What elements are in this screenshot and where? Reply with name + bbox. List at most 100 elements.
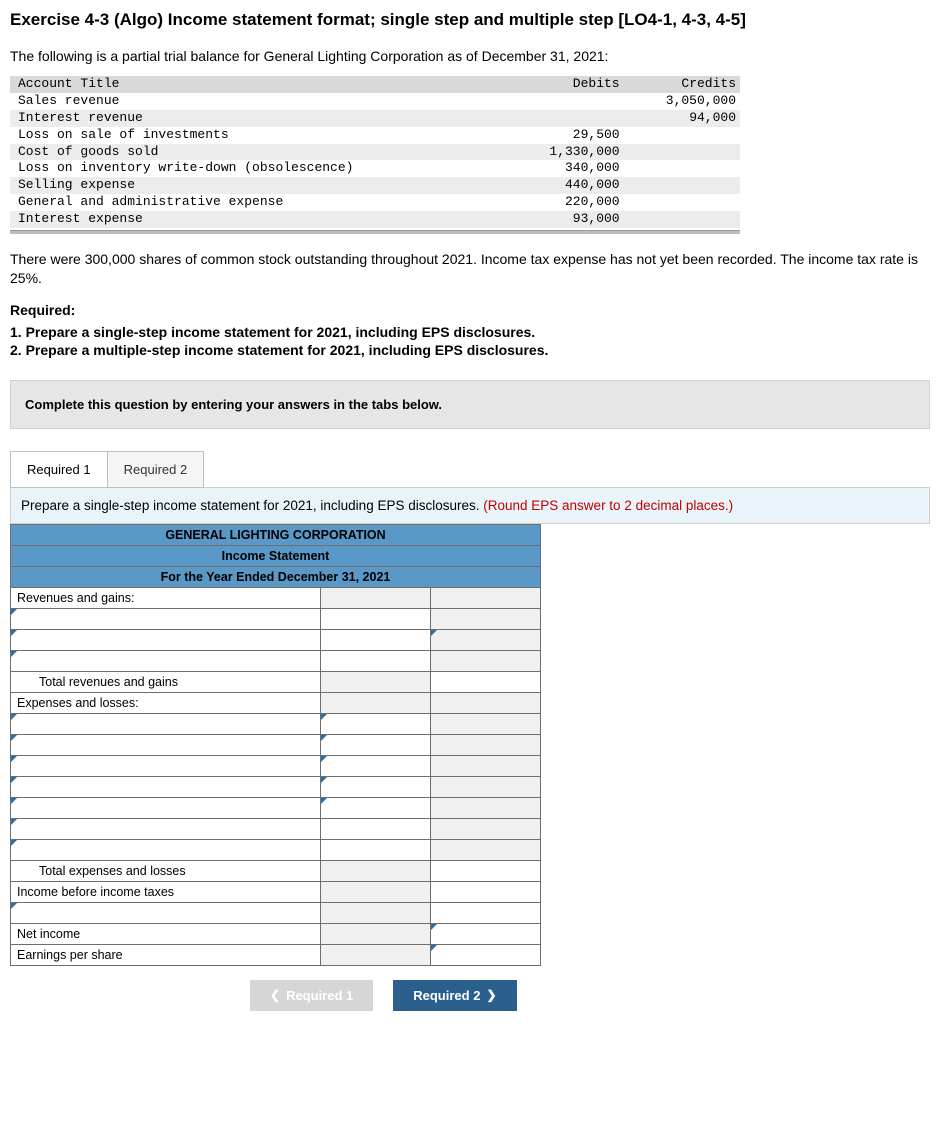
line-item-select[interactable] [11, 650, 321, 671]
ws-period: For the Year Ended December 31, 2021 [11, 566, 541, 587]
tab-required-1[interactable]: Required 1 [10, 451, 108, 488]
blank-cell [431, 629, 541, 650]
blank-cell [321, 923, 431, 944]
credit-cell [624, 177, 740, 194]
amount-input[interactable] [321, 629, 431, 650]
amount-input[interactable] [321, 650, 431, 671]
tab-required-2[interactable]: Required 2 [107, 451, 205, 488]
trial-balance: Account Title Debits Credits Sales reven… [10, 76, 930, 234]
credit-cell [624, 194, 740, 211]
debit-cell: 1,330,000 [507, 144, 623, 161]
income-before-taxes-label: Income before income taxes [11, 881, 321, 902]
intro-text: The following is a partial trial balance… [10, 48, 930, 64]
ws-company: GENERAL LIGHTING CORPORATION [11, 524, 541, 545]
blank-cell [431, 797, 541, 818]
blank-cell [431, 587, 541, 608]
amount-input[interactable] [431, 902, 541, 923]
prompt-bar: Prepare a single-step income statement f… [10, 487, 930, 524]
blank-cell [431, 713, 541, 734]
prompt-text: Prepare a single-step income statement f… [21, 498, 483, 513]
col-credits: Credits [624, 76, 740, 93]
next-button[interactable]: Required 2 ❯ [393, 980, 516, 1011]
net-income-label: Net income [11, 923, 321, 944]
blank-cell [431, 776, 541, 797]
line-item-select[interactable] [11, 734, 321, 755]
credit-cell [624, 211, 740, 228]
credit-cell [624, 144, 740, 161]
prompt-hint: (Round EPS answer to 2 decimal places.) [483, 498, 733, 513]
debit-cell: 29,500 [507, 127, 623, 144]
line-item-select[interactable] [11, 776, 321, 797]
blank-cell [321, 944, 431, 965]
amount-input[interactable] [431, 881, 541, 902]
account-row: Loss on inventory write-down (obsolescen… [10, 160, 507, 177]
blank-cell [431, 608, 541, 629]
line-item-select[interactable] [11, 839, 321, 860]
amount-input[interactable] [431, 671, 541, 692]
ws-statement-title: Income Statement [11, 545, 541, 566]
amount-input[interactable] [321, 776, 431, 797]
debit-cell: 220,000 [507, 194, 623, 211]
expenses-losses-label: Expenses and losses: [11, 692, 321, 713]
blank-cell [321, 692, 431, 713]
amount-input[interactable] [321, 818, 431, 839]
account-row: Interest revenue [10, 110, 507, 127]
amount-input[interactable] [431, 860, 541, 881]
amount-input[interactable] [321, 734, 431, 755]
blank-cell [321, 881, 431, 902]
instruction-box: Complete this question by entering your … [10, 380, 930, 429]
amount-input[interactable] [321, 713, 431, 734]
revenues-gains-label: Revenues and gains: [11, 587, 321, 608]
debit-cell [507, 93, 623, 110]
line-item-select[interactable] [11, 818, 321, 839]
chevron-left-icon: ❮ [270, 988, 280, 1002]
blank-cell [321, 902, 431, 923]
credit-cell: 3,050,000 [624, 93, 740, 110]
requirement-item: 2. Prepare a multiple-step income statem… [10, 342, 930, 358]
blank-cell [431, 818, 541, 839]
nav-buttons: ❮ Required 1 Required 2 ❯ [250, 980, 930, 1011]
blank-cell [431, 839, 541, 860]
exercise-title: Exercise 4-3 (Algo) Income statement for… [10, 10, 930, 30]
credit-cell [624, 160, 740, 177]
amount-input[interactable] [321, 608, 431, 629]
credit-cell: 94,000 [624, 110, 740, 127]
blank-cell [321, 671, 431, 692]
requirements-list: 1. Prepare a single-step income statemen… [10, 324, 930, 358]
amount-input[interactable] [431, 923, 541, 944]
total-expenses-label: Total expenses and losses [11, 860, 321, 881]
blank-cell [321, 587, 431, 608]
context-paragraph: There were 300,000 shares of common stoc… [10, 250, 930, 288]
account-row: Loss on sale of investments [10, 127, 507, 144]
tabs: Required 1 Required 2 [10, 451, 930, 488]
amount-input[interactable] [321, 839, 431, 860]
line-item-select[interactable] [11, 755, 321, 776]
blank-cell [321, 860, 431, 881]
amount-input[interactable] [321, 797, 431, 818]
debit-cell: 93,000 [507, 211, 623, 228]
requirement-item: 1. Prepare a single-step income statemen… [10, 324, 930, 340]
chevron-right-icon: ❯ [486, 988, 496, 1002]
debit-cell: 340,000 [507, 160, 623, 177]
debit-cell: 440,000 [507, 177, 623, 194]
line-item-select[interactable] [11, 629, 321, 650]
line-item-select[interactable] [11, 797, 321, 818]
col-debits: Debits [507, 76, 623, 93]
line-item-select[interactable] [11, 902, 321, 923]
blank-cell [431, 692, 541, 713]
prev-button[interactable]: ❮ Required 1 [250, 980, 373, 1011]
account-row: General and administrative expense [10, 194, 507, 211]
scrollbar[interactable] [10, 230, 740, 234]
account-row: Sales revenue [10, 93, 507, 110]
income-statement-worksheet: GENERAL LIGHTING CORPORATION Income Stat… [10, 524, 541, 966]
eps-label: Earnings per share [11, 944, 321, 965]
amount-input[interactable] [431, 944, 541, 965]
total-revenues-label: Total revenues and gains [11, 671, 321, 692]
blank-cell [431, 755, 541, 776]
required-label: Required: [10, 302, 930, 318]
line-item-select[interactable] [11, 608, 321, 629]
amount-input[interactable] [321, 755, 431, 776]
account-row: Selling expense [10, 177, 507, 194]
line-item-select[interactable] [11, 713, 321, 734]
credit-cell [624, 127, 740, 144]
